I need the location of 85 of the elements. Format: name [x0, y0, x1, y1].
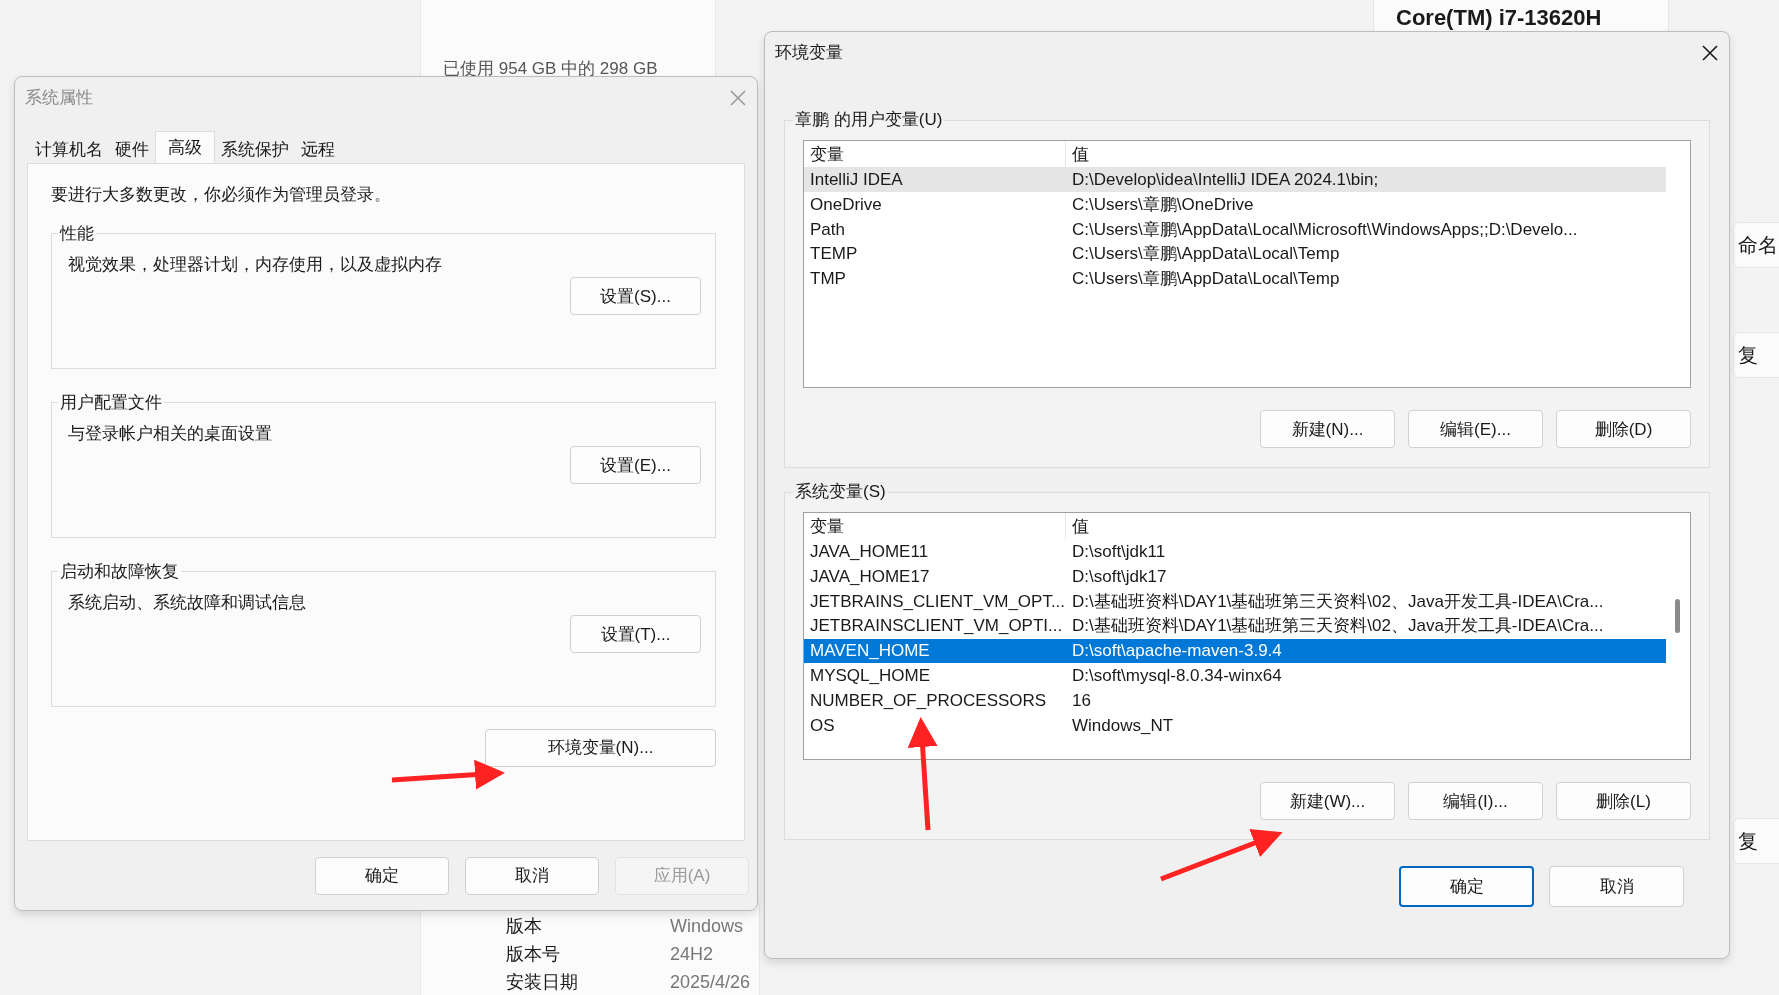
- tab[interactable]: 高级: [155, 131, 215, 163]
- environment-variables-button[interactable]: 环境变量(N)...: [485, 728, 716, 767]
- tab[interactable]: 远程: [295, 134, 341, 163]
- list-row[interactable]: TMP C:\Users\章鹏\AppData\Local\Temp: [804, 266, 1666, 292]
- list-row[interactable]: Path C:\Users\章鹏\AppData\Local\Microsoft\WindowsApps;;D:\Develo...: [804, 217, 1666, 242]
- variable-value: C:\Users\章鹏\OneDrive: [1071, 193, 1254, 216]
- list-row[interactable]: MYSQL_HOME D:\soft\mysql-8.0.34-winx64: [804, 663, 1666, 689]
- variable-value: D:\soft\mysql-8.0.34-winx64: [1071, 665, 1282, 688]
- variable-name: OneDrive: [809, 193, 883, 216]
- variable-name: TEMP: [809, 243, 859, 266]
- spec-label: 版本: [506, 915, 542, 937]
- spec-value: Windows: [670, 915, 744, 937]
- variable-name: JETBRAINS_CLIENT_VM_OPT...: [809, 590, 1066, 613]
- settings-button[interactable]: 设置(S)...: [570, 277, 701, 316]
- dialog-button[interactable]: 确定: [1399, 866, 1534, 907]
- tab[interactable]: 硬件: [109, 134, 155, 163]
- list-button[interactable]: 删除(D): [1556, 410, 1691, 449]
- group-title: 启动和故障恢复: [59, 561, 180, 582]
- spec-value: 24H2: [670, 943, 714, 965]
- list-row[interactable]: JAVA_HOME11 D:\soft\jdk11: [804, 539, 1666, 565]
- group-title: 章鹏 的用户变量(U): [794, 110, 944, 131]
- list-button[interactable]: 删除(L): [1556, 782, 1691, 821]
- dialog-button[interactable]: 确定: [315, 857, 449, 895]
- variable-value: 16: [1071, 689, 1091, 712]
- window-title: 系统属性: [25, 87, 93, 110]
- side-label: 命名: [1738, 233, 1778, 258]
- variable-name: NUMBER_OF_PROCESSORS: [809, 689, 1048, 712]
- group-title: 用户配置文件: [59, 392, 163, 413]
- dialog-button[interactable]: 取消: [1549, 866, 1684, 907]
- variable-value: C:\Users\章鹏\AppData\Local\Temp: [1071, 243, 1340, 266]
- processor-text: Core(TM) i7-13620H: [1395, 3, 1602, 32]
- group-description: 与登录帐户相关的桌面设置: [68, 422, 273, 445]
- variable-value: D:\soft\apache-maven-3.9.4: [1071, 640, 1282, 663]
- variable-value: C:\Users\章鹏\AppData\Local\Temp: [1071, 268, 1340, 291]
- storage-text: 已使用 954 GB 中的 298 GB: [443, 58, 658, 80]
- settings-button[interactable]: 设置(T)...: [570, 615, 701, 654]
- variable-value: D:\soft\jdk17: [1071, 565, 1167, 588]
- list-row[interactable]: JETBRAINS_CLIENT_VM_OPT... D:\基础班资料\DAY1\基础班第三天资料\02、Java开发工具-IDEA\Cra...: [804, 589, 1666, 614]
- variable-name: JAVA_HOME17: [809, 565, 931, 588]
- column-header: 值: [1071, 515, 1089, 538]
- close-icon[interactable]: [1701, 44, 1719, 62]
- list-button[interactable]: 编辑(E)...: [1408, 410, 1543, 449]
- variable-value: Windows_NT: [1071, 714, 1174, 737]
- list-row[interactable]: OneDrive C:\Users\章鹏\OneDrive: [804, 192, 1666, 217]
- column-header: 变量: [804, 513, 1066, 540]
- list-row[interactable]: JAVA_HOME17 D:\soft\jdk17: [804, 564, 1666, 589]
- settings-button[interactable]: 设置(E)...: [570, 446, 701, 485]
- group-title: 系统变量(S): [794, 482, 887, 503]
- variable-name: MYSQL_HOME: [809, 665, 931, 688]
- variable-name: JETBRAINSCLIENT_VM_OPTI...: [809, 615, 1064, 638]
- admin-note: 要进行大多数更改，你必须作为管理员登录。: [51, 184, 392, 206]
- variable-value: D:\soft\jdk11: [1071, 541, 1166, 564]
- list-row[interactable]: JETBRAINSCLIENT_VM_OPTI... D:\基础班资料\DAY1\基础班第三天资料\02、Java开发工具-IDEA\Cra...: [804, 613, 1666, 639]
- list-row[interactable]: MAVEN_HOME D:\soft\apache-maven-3.9.4: [804, 638, 1666, 664]
- list-button[interactable]: 新建(W)...: [1260, 782, 1395, 821]
- scrollbar-thumb[interactable]: [1675, 599, 1680, 634]
- column-header: 值: [1071, 143, 1089, 166]
- list-button[interactable]: 编辑(I)...: [1408, 782, 1543, 821]
- variable-name: MAVEN_HOME: [809, 640, 931, 663]
- variable-name: Path: [809, 218, 846, 241]
- variable-value: D:\基础班资料\DAY1\基础班第三天资料\02、Java开发工具-IDEA\Cra...: [1071, 590, 1604, 613]
- dialog-button[interactable]: 取消: [465, 857, 599, 895]
- variable-name: TMP: [809, 268, 847, 291]
- variable-value: D:\基础班资料\DAY1\基础班第三天资料\02、Java开发工具-IDEA\Cra...: [1071, 615, 1604, 638]
- group-description: 视觉效果，处理器计划，内存使用，以及虚拟内存: [68, 253, 443, 276]
- list-row[interactable]: TEMP C:\Users\章鹏\AppData\Local\Temp: [804, 241, 1666, 267]
- group-description: 系统启动、系统故障和调试信息: [68, 591, 307, 614]
- tab[interactable]: 计算机名: [29, 134, 109, 163]
- spec-label: 安装日期: [506, 971, 578, 993]
- side-label: 复: [1738, 829, 1758, 854]
- variable-name: OS: [809, 714, 836, 737]
- spec-label: 版本号: [506, 943, 560, 965]
- list-row[interactable]: OS Windows_NT: [804, 712, 1666, 738]
- variable-name: IntelliJ IDEA: [809, 169, 904, 192]
- window-title: 环境变量: [775, 42, 843, 65]
- side-label: 复: [1738, 343, 1758, 368]
- list-row[interactable]: IntelliJ IDEA D:\Develop\idea\IntelliJ IDEA 2024.1\bin;: [804, 167, 1666, 193]
- variable-value: D:\Develop\idea\IntelliJ IDEA 2024.1\bin;: [1071, 169, 1379, 192]
- list-row[interactable]: NUMBER_OF_PROCESSORS 16: [804, 688, 1666, 713]
- group-title: 性能: [58, 223, 95, 244]
- list-button[interactable]: 新建(N)...: [1260, 410, 1395, 449]
- variable-name: JAVA_HOME11: [809, 541, 930, 564]
- variable-value: C:\Users\章鹏\AppData\Local\Microsoft\WindowsApps;;D:\Develo...: [1071, 218, 1578, 241]
- tab[interactable]: 系统保护: [215, 134, 295, 163]
- spec-value: 2025/4/26: [670, 971, 751, 993]
